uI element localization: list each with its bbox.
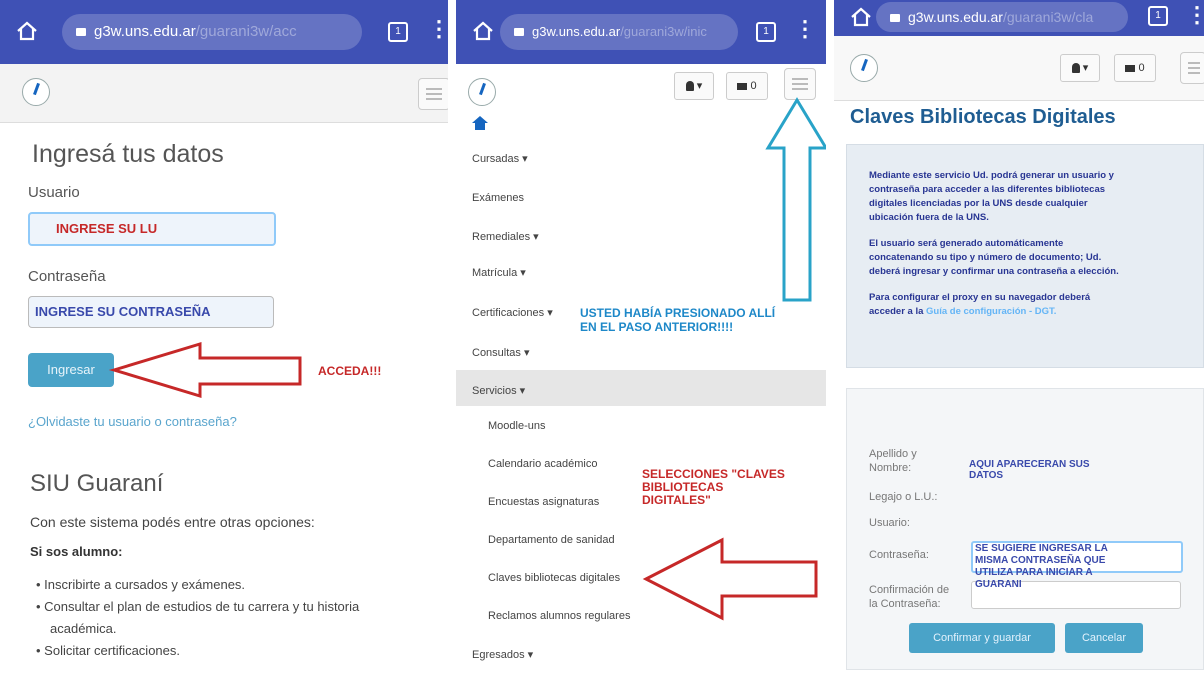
form-panel: Apellido y Nombre: AQUI APARECERAN SUS DAT… xyxy=(846,388,1204,670)
confirm-save-button[interactable]: Confirmar y guardar xyxy=(909,623,1055,653)
nav-item-matricula[interactable]: Matrícula ▾ xyxy=(472,266,526,279)
url-path: /guarani3w/cla xyxy=(1002,9,1094,25)
uns-logo xyxy=(850,54,878,82)
home-icon[interactable] xyxy=(850,6,872,28)
login-button[interactable]: Ingresar xyxy=(28,353,114,387)
annotation-acceda: ACCEDA!!! xyxy=(318,364,382,378)
siu-title: SIU Guaraní xyxy=(30,470,164,497)
nav-item-examenes[interactable]: Exámenes xyxy=(472,192,524,204)
nav-item-egresados[interactable]: Egresados ▾ xyxy=(472,648,533,661)
url-host: g3w.uns.edu.ar xyxy=(532,24,621,39)
info-paragraph-2: El usuario será generado automáticamente… xyxy=(869,238,1119,277)
siu-alumno-heading: Si sos alumno: xyxy=(30,544,123,559)
lock-icon xyxy=(890,14,900,22)
messages-button[interactable]: 0 xyxy=(1114,54,1156,82)
envelope-icon xyxy=(737,82,748,90)
browser-toolbar: g3w.uns.edu.ar/guarani3w/acc 1 ⋮ xyxy=(0,0,448,64)
more-vert-icon[interactable]: ⋮ xyxy=(428,18,448,40)
claves-screenshot: g3w.uns.edu.ar/guarani3w/cla 1 ⋮ ▾ 0 Cla… xyxy=(834,0,1204,676)
browser-toolbar: g3w.uns.edu.ar/guarani3w/cla 1 ⋮ xyxy=(834,0,1204,36)
uns-logo xyxy=(468,78,496,106)
more-vert-icon[interactable]: ⋮ xyxy=(794,18,816,40)
nav-item-consultas[interactable]: Consultas ▾ xyxy=(472,346,530,359)
user-menu-button[interactable]: ▾ xyxy=(674,72,714,100)
info-paragraph-3: Para configurar el proxy en su navegador… xyxy=(869,292,1091,317)
label-usuario: Usuario: xyxy=(869,517,910,529)
subnav-encuestas[interactable]: Encuestas asignaturas xyxy=(488,496,599,508)
pass-input[interactable]: INGRESE SU CONTRASEÑA xyxy=(28,296,274,328)
subnav-calendario[interactable]: Calendario académico xyxy=(488,458,597,470)
page-title: Claves Bibliotecas Digitales xyxy=(850,106,1116,128)
guia-config-link[interactable]: Guía de configuración - DGT. xyxy=(926,306,1056,317)
url-path: /guarani3w/acc xyxy=(195,23,297,40)
annotation-arrow-left xyxy=(108,341,302,399)
subnav-sanidad[interactable]: Departamento de sanidad xyxy=(488,534,615,546)
pass-label: Contraseña xyxy=(28,268,106,285)
list-item: académica. xyxy=(50,621,117,636)
cancel-button[interactable]: Cancelar xyxy=(1065,623,1143,653)
label-confirmacion: Confirmación de la Contraseña: xyxy=(869,584,950,610)
user-label: Usuario xyxy=(28,184,80,201)
uns-logo xyxy=(22,78,50,106)
list-item: • Solicitar certificaciones. xyxy=(36,643,180,658)
address-bar[interactable]: g3w.uns.edu.ar/guarani3w/cla xyxy=(876,2,1128,32)
info-paragraph-1: Mediante este servicio Ud. podrá generar… xyxy=(869,170,1114,223)
list-item: • Consultar el plan de estudios de tu ca… xyxy=(36,599,360,614)
subnav-claves[interactable]: Claves bibliotecas digitales xyxy=(488,572,620,584)
siu-bullet-list: • Inscribirte a cursados y exámenes. • C… xyxy=(36,574,436,662)
nav-item-certificaciones[interactable]: Certificaciones ▾ xyxy=(472,306,553,319)
menu-screenshot: g3w.uns.edu.ar/guarani3w/inic 1 ⋮ ▾ 0 Cu… xyxy=(456,0,826,676)
label-contrasena: Contraseña: xyxy=(869,549,929,561)
tab-count-button[interactable]: 1 xyxy=(756,22,776,42)
label-legajo: Legajo o L.U.: xyxy=(869,491,938,503)
app-header xyxy=(0,64,448,123)
annotation-arrow-left xyxy=(642,537,818,621)
user-input[interactable]: INGRESE SU LU xyxy=(28,212,276,246)
url-host: g3w.uns.edu.ar xyxy=(908,9,1003,25)
lock-icon xyxy=(514,28,524,36)
address-bar[interactable]: g3w.uns.edu.ar/guarani3w/inic xyxy=(500,14,738,50)
siu-intro: Con este sistema podés entre otras opcio… xyxy=(30,514,315,530)
tab-count-button[interactable]: 1 xyxy=(1148,6,1168,26)
browser-toolbar: g3w.uns.edu.ar/guarani3w/inic 1 ⋮ xyxy=(456,0,826,64)
tab-count-button[interactable]: 1 xyxy=(388,22,408,42)
more-vert-icon[interactable]: ⋮ xyxy=(1186,4,1204,26)
user-icon xyxy=(1071,63,1080,74)
home-nav-icon[interactable] xyxy=(472,116,488,130)
subnav-moodle[interactable]: Moodle-uns xyxy=(488,420,545,432)
annotation-datos: AQUI APARECERAN SUS DATOS xyxy=(969,459,1090,481)
nav-item-cursadas[interactable]: Cursadas ▾ xyxy=(472,152,528,165)
user-menu-button[interactable]: ▾ xyxy=(1060,54,1100,82)
annotation-blue: USTED HABÍA PRESIONADO ALLÍ EN EL PASO A… xyxy=(580,306,776,334)
label-apellido: Apellido y Nombre: xyxy=(869,448,917,474)
nav-item-servicios[interactable]: Servicios ▾ xyxy=(456,370,826,406)
lock-icon xyxy=(76,28,86,36)
envelope-icon xyxy=(1125,64,1136,72)
url-host: g3w.uns.edu.ar xyxy=(94,23,196,40)
list-item: • Inscribirte a cursados y exámenes. xyxy=(36,577,246,592)
annotation-password: SE SUGIERE INGRESAR LA MISMA CONTRASEÑA Q… xyxy=(975,543,1108,590)
home-icon[interactable] xyxy=(16,20,38,42)
subnav-reclamos[interactable]: Reclamos alumnos regulares xyxy=(488,610,630,622)
address-bar[interactable]: g3w.uns.edu.ar/guarani3w/acc xyxy=(62,14,362,50)
forgot-password-link[interactable]: ¿Olvidaste tu usuario o contraseña? xyxy=(28,414,237,429)
app-header: ▾ 0 xyxy=(834,36,1204,101)
login-title: Ingresá tus datos xyxy=(32,140,224,168)
url-path: /guarani3w/inic xyxy=(620,24,707,39)
hamburger-menu-icon[interactable] xyxy=(418,78,448,110)
nav-item-label: Servicios ▾ xyxy=(472,385,526,397)
pass-input-value: INGRESE SU CONTRASEÑA xyxy=(35,304,211,319)
user-icon xyxy=(685,81,694,92)
user-input-value: INGRESE SU LU xyxy=(56,221,158,236)
nav-item-remediales[interactable]: Remediales ▾ xyxy=(472,230,539,243)
info-panel: Mediante este servicio Ud. podrá generar… xyxy=(846,144,1204,368)
hamburger-menu-icon[interactable] xyxy=(1180,52,1204,84)
home-icon[interactable] xyxy=(472,20,494,42)
annotation-arrow-up xyxy=(765,97,826,302)
annotation-red: SELECCIONES "CLAVES BIBLIOTECAS DIGITALE… xyxy=(642,467,785,507)
login-screenshot: g3w.uns.edu.ar/guarani3w/acc 1 ⋮ Ingresá… xyxy=(0,0,448,676)
